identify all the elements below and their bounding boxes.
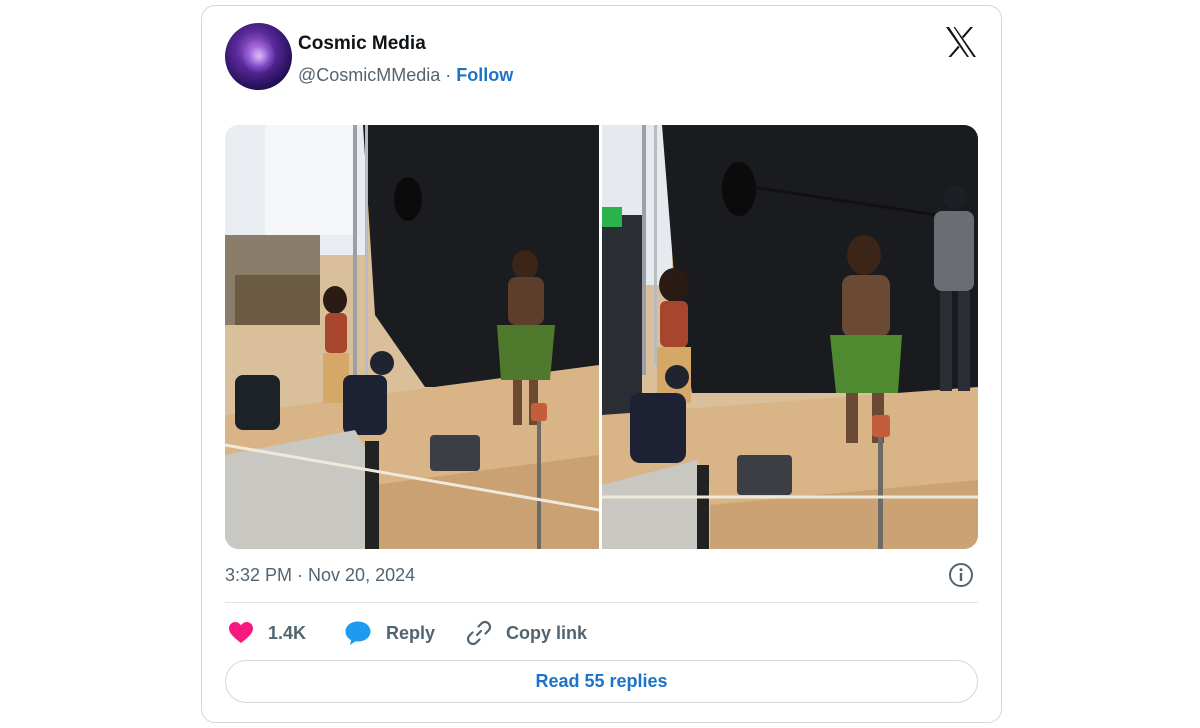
- like-count: 1.4K: [268, 622, 307, 643]
- reply-label: Reply: [386, 622, 436, 643]
- avatar-glow: [243, 39, 275, 73]
- author-name[interactable]: Cosmic Media: [298, 33, 426, 55]
- handle-separator: ·: [440, 65, 457, 85]
- media-image-2[interactable]: [602, 125, 978, 549]
- copy-link-button[interactable]: Copy link: [466, 617, 587, 649]
- speech-bubble-icon: [345, 621, 371, 645]
- divider: [225, 602, 978, 603]
- tweet-timestamp[interactable]: 3:32 PM · Nov 20, 2024: [225, 565, 415, 586]
- copy-link-label: Copy link: [506, 622, 588, 643]
- x-logo-icon[interactable]: [944, 26, 978, 58]
- link-icon: [466, 620, 492, 646]
- action-bar: 1.4K Reply Copy link: [225, 617, 978, 649]
- avatar[interactable]: [225, 23, 292, 90]
- info-icon[interactable]: [948, 562, 974, 588]
- like-button[interactable]: 1.4K: [228, 617, 306, 649]
- media-image-1[interactable]: [225, 125, 599, 549]
- heart-icon: [229, 622, 253, 643]
- read-replies-button[interactable]: Read 55 replies: [225, 660, 978, 703]
- author-line: @CosmicMMedia · Follow: [298, 65, 513, 86]
- media-grid: [225, 125, 978, 549]
- reply-button[interactable]: Reply: [344, 617, 435, 649]
- author-handle[interactable]: @CosmicMMedia: [298, 65, 440, 85]
- tweet-card: Cosmic Media @CosmicMMedia · Follow 3:32…: [201, 5, 1002, 723]
- follow-link[interactable]: Follow: [456, 65, 513, 85]
